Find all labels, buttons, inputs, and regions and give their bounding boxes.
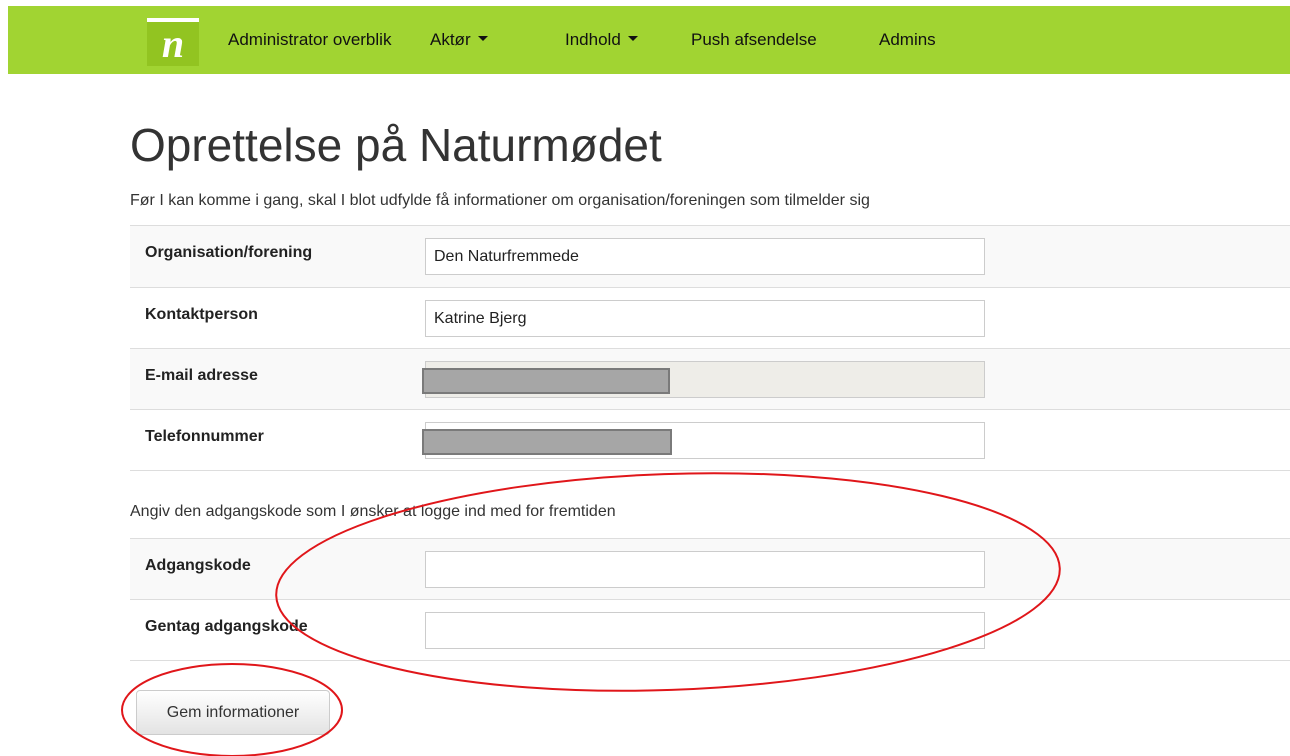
redaction-box [422,429,672,455]
phone-input[interactable] [422,422,985,459]
nav-item-indhold-label: Indhold [565,30,621,49]
nav-item-aktor-label: Aktør [430,30,471,49]
caret-down-icon [477,36,488,42]
repeat-password-input[interactable] [425,612,985,649]
caret-down-icon [627,36,638,42]
contact-label: Kontaktperson [145,306,258,323]
redaction-box [422,368,670,394]
email-label: E-mail adresse [145,367,258,384]
password-input[interactable] [425,551,985,588]
nav-item-administrator-overblik[interactable]: Administrator overblik [228,30,391,50]
nav-item-push-afsendelse[interactable]: Push afsendelse [691,30,817,50]
repeat-password-label: Gentag adgangskode [145,618,308,635]
save-button[interactable]: Gem informationer [136,690,330,735]
nav-item-indhold[interactable]: Indhold [565,30,638,50]
row-password: Adgangskode [130,538,1290,600]
organisation-input[interactable] [425,238,985,275]
nav-item-admins[interactable]: Admins [879,30,936,50]
row-email: E-mail adresse [130,348,1290,410]
app-logo[interactable]: n [147,18,199,66]
page-title: Oprettelse på Naturmødet [130,119,662,171]
top-navbar: n Administrator overblik Aktør Indhold P… [8,6,1290,74]
contact-input[interactable] [425,300,985,337]
organisation-label: Organisation/forening [145,244,313,261]
email-input[interactable] [422,361,985,398]
nav-item-aktor[interactable]: Aktør [430,30,488,50]
row-contact: Kontaktperson [130,287,1290,349]
password-label: Adgangskode [145,557,251,574]
row-organisation: Organisation/forening [130,225,1290,287]
phone-label: Telefonnummer [145,428,264,445]
password-section-intro: Angiv den adgangskode som I ønsker at lo… [130,503,616,520]
page-intro: Før I kan komme i gang, skal I blot udfy… [130,192,870,209]
row-phone: Telefonnummer [130,409,1290,471]
row-repeat-password: Gentag adgangskode [130,599,1290,661]
